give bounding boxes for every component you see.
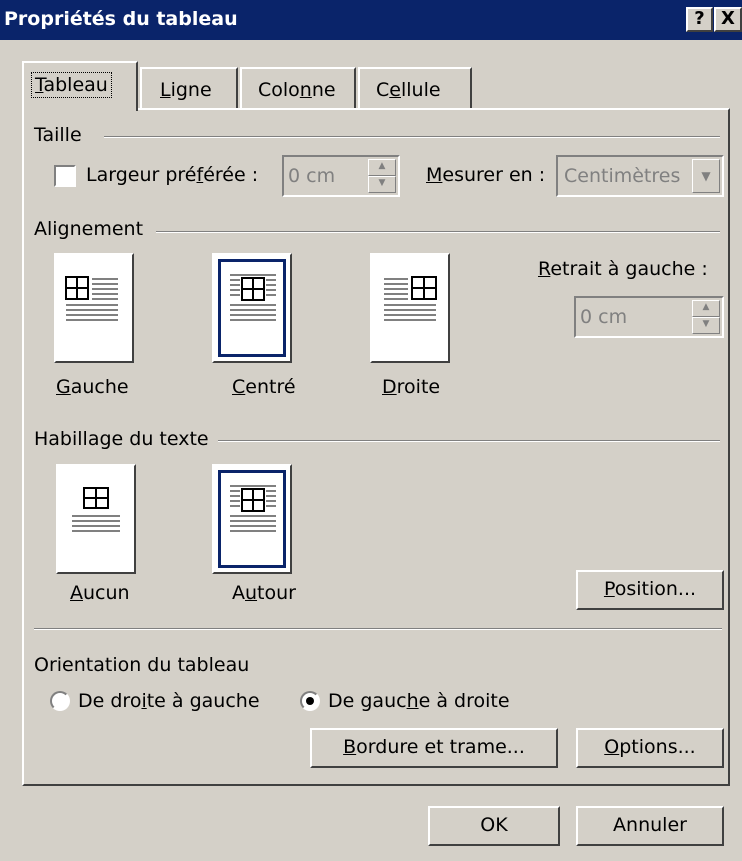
align-center-option[interactable] bbox=[212, 253, 292, 363]
align-center-label: Centré bbox=[232, 376, 296, 398]
radio-left-to-right[interactable] bbox=[300, 691, 320, 711]
align-right-option[interactable] bbox=[370, 253, 450, 363]
chevron-down-icon[interactable]: ▼ bbox=[692, 159, 720, 193]
dialog-title: Propriétés du tableau bbox=[4, 8, 238, 30]
largeur-value: 0 cm bbox=[288, 165, 336, 187]
align-right-label: Droite bbox=[382, 376, 441, 398]
largeur-input[interactable]: 0 cm ▲ ▼ bbox=[282, 155, 400, 197]
divider bbox=[156, 231, 720, 233]
align-right-icon bbox=[384, 276, 437, 321]
bordure-et-trame-button[interactable]: Bordure et trame... bbox=[310, 728, 558, 768]
wrap-none-icon bbox=[72, 487, 120, 532]
largeur-checkbox[interactable] bbox=[54, 165, 76, 187]
section-habillage-label: Habillage du texte bbox=[34, 428, 209, 450]
mesurer-label: Mesurer en : bbox=[426, 164, 546, 186]
close-button[interactable]: X bbox=[714, 7, 742, 32]
largeur-label: Largeur préférée : bbox=[86, 164, 259, 186]
retrait-value: 0 cm bbox=[580, 306, 628, 328]
tab-label: Cellule bbox=[376, 79, 441, 101]
radio-left-to-right-label: De gauche à droite bbox=[328, 690, 510, 712]
radio-right-to-left-label: De droite à gauche bbox=[78, 690, 260, 712]
spin-down-icon[interactable]: ▼ bbox=[692, 317, 720, 334]
tab-colonne[interactable]: Colonne bbox=[240, 67, 356, 109]
divider bbox=[218, 440, 720, 442]
tab-label: Tableau bbox=[31, 72, 112, 98]
help-button[interactable]: ? bbox=[686, 7, 713, 32]
spin-down-icon[interactable]: ▼ bbox=[368, 176, 396, 193]
wrap-none-label: Aucun bbox=[70, 582, 130, 604]
retrait-spinner[interactable]: ▲ ▼ bbox=[692, 300, 720, 334]
tab-label: Ligne bbox=[160, 79, 212, 101]
align-left-option[interactable] bbox=[54, 253, 134, 363]
radio-right-to-left[interactable] bbox=[50, 691, 70, 711]
options-button[interactable]: Options... bbox=[576, 728, 724, 768]
tab-cellule[interactable]: Cellule bbox=[358, 67, 472, 109]
spin-up-icon[interactable]: ▲ bbox=[692, 300, 720, 317]
wrap-none-option[interactable] bbox=[56, 464, 136, 574]
mesurer-select[interactable]: Centimètres ▼ bbox=[556, 155, 724, 197]
mesurer-value: Centimètres bbox=[564, 165, 681, 187]
retrait-label: Retrait à gauche : bbox=[538, 258, 708, 280]
align-left-label: Gauche bbox=[56, 376, 129, 398]
wrap-around-option[interactable] bbox=[212, 464, 292, 574]
section-orientation-label: Orientation du tableau bbox=[34, 654, 250, 676]
ok-button[interactable]: OK bbox=[428, 806, 560, 846]
tab-label: Colonne bbox=[258, 79, 336, 101]
radio-dot-icon bbox=[306, 697, 314, 705]
divider bbox=[34, 628, 722, 630]
section-taille-label: Taille bbox=[34, 124, 82, 146]
spin-up-icon[interactable]: ▲ bbox=[368, 159, 396, 176]
align-left-icon bbox=[65, 276, 118, 321]
wrap-around-icon bbox=[230, 485, 276, 532]
title-bar: Propriétés du tableau ? X bbox=[0, 0, 742, 40]
cancel-button[interactable]: Annuler bbox=[576, 806, 724, 846]
tab-ligne[interactable]: Ligne bbox=[140, 67, 238, 109]
wrap-around-label: Autour bbox=[232, 582, 296, 604]
retrait-input[interactable]: 0 cm ▲ ▼ bbox=[574, 296, 724, 338]
divider bbox=[104, 136, 720, 138]
align-center-icon bbox=[230, 274, 276, 321]
tab-tableau[interactable]: Tableau bbox=[22, 61, 138, 111]
section-alignement-label: Alignement bbox=[34, 218, 144, 240]
position-button[interactable]: Position... bbox=[576, 570, 724, 610]
largeur-spinner[interactable]: ▲ ▼ bbox=[368, 159, 396, 193]
